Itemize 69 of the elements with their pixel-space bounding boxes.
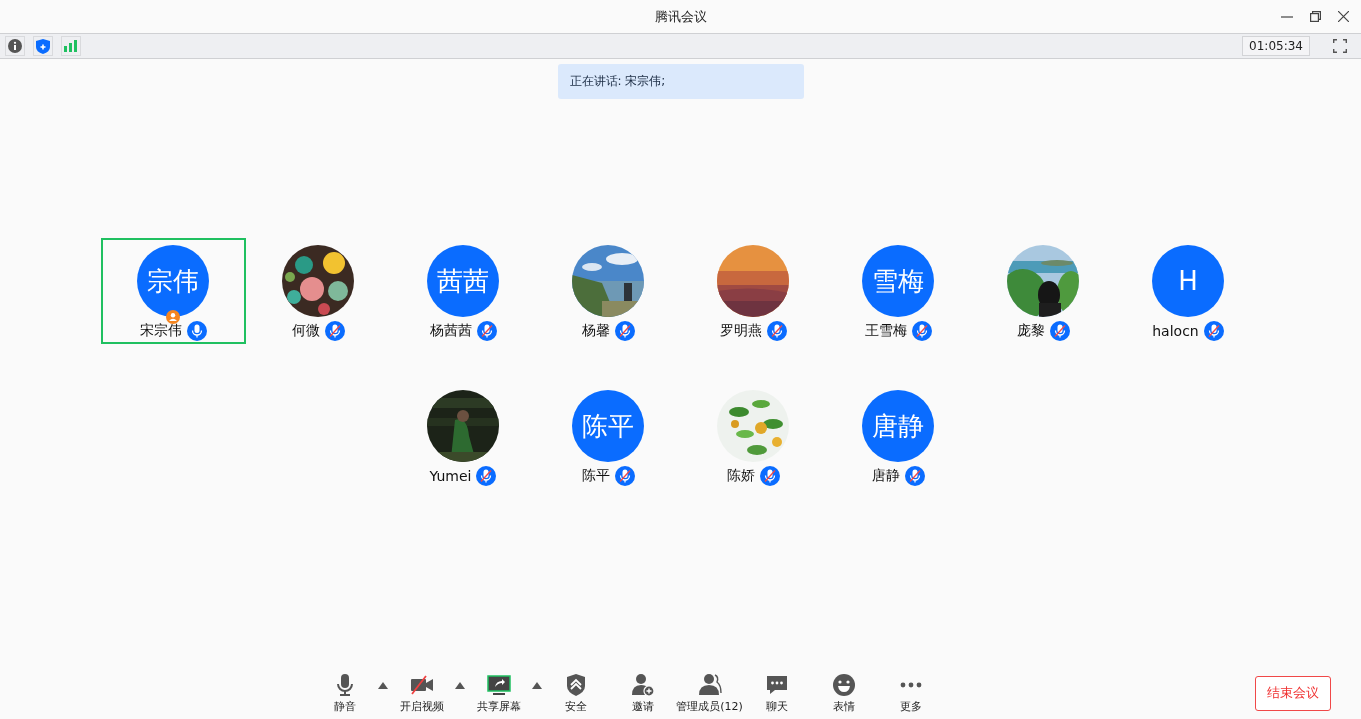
participant-name: 唐静 (871, 467, 900, 485)
participant-name: 何微 (291, 322, 320, 340)
participant-tile[interactable]: 陈平 陈平 (535, 383, 681, 489)
more-icon (898, 680, 923, 689)
shield-button[interactable] (33, 36, 53, 56)
caret-icon[interactable] (455, 680, 465, 690)
close-icon[interactable] (1337, 11, 1349, 22)
mic-icon[interactable] (186, 321, 207, 341)
participant-tile[interactable]: 雪梅 王雪梅 (825, 238, 971, 344)
participant-name: 庞黎 (1016, 322, 1045, 340)
speaking-banner: 正在讲话: 宋宗伟; (557, 64, 804, 99)
participant-tile[interactable]: 罗明燕 (680, 238, 826, 344)
avatar: 宗伟 (137, 245, 209, 317)
caret-icon[interactable] (532, 680, 542, 690)
muted-mic-icon[interactable] (324, 321, 345, 341)
muted-mic-icon[interactable] (766, 321, 787, 341)
toolbar-button[interactable]: 聊天 (743, 672, 810, 714)
minimize-icon[interactable] (1281, 15, 1293, 18)
participant-tile[interactable]: 唐静 唐静 (825, 383, 971, 489)
smiley-icon (831, 672, 856, 697)
participant-name: 陈娇 (726, 467, 755, 485)
muted-mic-icon[interactable] (1049, 321, 1070, 341)
participant-tile[interactable]: Yumei (390, 383, 536, 489)
participant-name: 罗明燕 (719, 322, 762, 340)
participant-name: 陈平 (581, 467, 610, 485)
muted-mic-icon[interactable] (1203, 321, 1224, 341)
participant-name: Yumei (429, 468, 472, 484)
people-icon (697, 672, 722, 697)
participant-tile[interactable]: 何微 (245, 238, 391, 344)
end-meeting-button[interactable]: 结束会议 (1255, 675, 1331, 711)
restore-icon[interactable] (1309, 11, 1321, 22)
window-title: 腾讯会议 (654, 7, 707, 26)
muted-mic-icon[interactable] (614, 466, 635, 486)
share-screen-icon (486, 672, 511, 697)
avatar: 雪梅 (862, 245, 934, 317)
toolbar-button[interactable]: 安全 (542, 672, 609, 714)
meeting-timer: 01:05:34 (1242, 36, 1310, 56)
muted-mic-icon[interactable] (904, 466, 925, 486)
participant-tile[interactable]: 茜茜 杨茜茜 (390, 238, 536, 344)
avatar: H (1152, 245, 1224, 317)
toolbar-button[interactable]: 管理成员(12) (676, 672, 743, 714)
participant-name: 杨馨 (581, 322, 610, 340)
avatar: 陈平 (572, 390, 644, 462)
toolbar-button[interactable]: 静音 (311, 672, 378, 714)
muted-mic-icon[interactable] (614, 321, 635, 341)
muted-mic-icon[interactable] (759, 466, 780, 486)
muted-mic-icon[interactable] (476, 466, 497, 486)
participant-tile[interactable]: 陈娇 (680, 383, 826, 489)
participant-name: 杨茜茜 (429, 322, 472, 340)
toolbar-button[interactable]: 更多 (877, 672, 944, 714)
participant-tile[interactable]: 杨馨 (535, 238, 681, 344)
participant-name: 宋宗伟 (139, 322, 182, 340)
fullscreen-button[interactable] (1330, 36, 1350, 56)
participant-name: 王雪梅 (864, 322, 907, 340)
toolbar-button[interactable]: 表情 (810, 672, 877, 714)
muted-mic-icon[interactable] (911, 321, 932, 341)
toolbar-button[interactable]: 开启视频 (388, 672, 455, 714)
caret-icon[interactable] (378, 680, 388, 690)
toolbar-button[interactable]: 邀请 (609, 672, 676, 714)
speaker-tile[interactable]: 宗伟 宋宗伟 (100, 238, 246, 344)
toolbar-button[interactable]: 共享屏幕 (465, 672, 532, 714)
info-button[interactable] (5, 36, 25, 56)
participant-tile[interactable]: H halocn (1115, 238, 1261, 344)
muted-mic-icon[interactable] (476, 321, 497, 341)
avatar: 茜茜 (427, 245, 499, 317)
participant-tile[interactable]: 庞黎 (970, 238, 1116, 344)
participant-name: halocn (1152, 323, 1199, 339)
avatar: 唐静 (862, 390, 934, 462)
add-person-icon (630, 672, 655, 697)
